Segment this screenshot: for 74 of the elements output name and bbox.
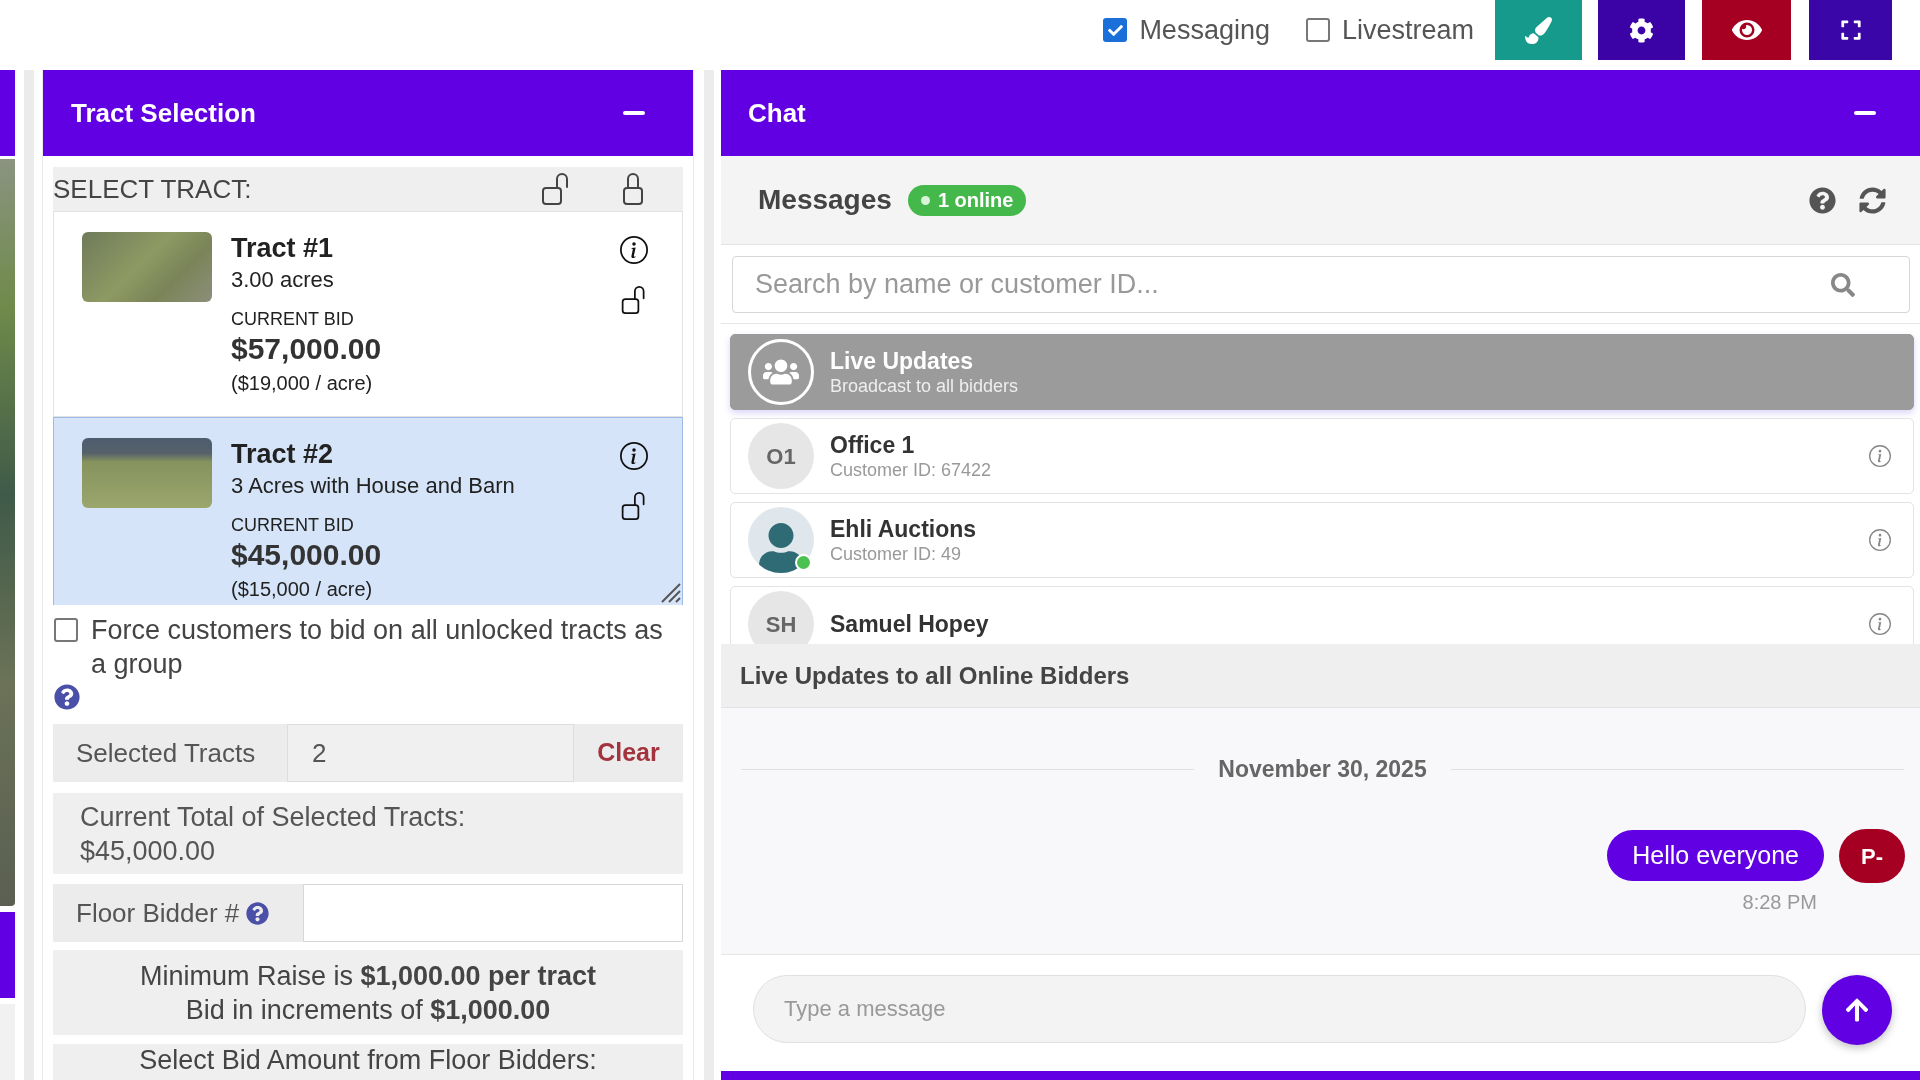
- message-bubble: Hello everyone: [1607, 830, 1824, 881]
- tract-description: 3.00 acres: [231, 267, 334, 293]
- checkbox[interactable]: [1103, 18, 1128, 42]
- sender-avatar: P-: [1839, 829, 1905, 883]
- initials-avatar: O1: [748, 423, 814, 489]
- search-icon[interactable]: [1831, 273, 1855, 297]
- bid-label: CURRENT BID: [231, 308, 354, 330]
- contact-subtitle: Broadcast to all bidders: [830, 375, 1019, 397]
- contact-row[interactable]: O1 Office 1 Customer ID: 67422: [730, 418, 1914, 494]
- conversation-title: Live Updates to all Online Bidders: [740, 660, 1130, 691]
- selected-count-field: 2: [287, 724, 574, 782]
- panel-title: Chat: [748, 96, 806, 130]
- help-icon[interactable]: [54, 684, 80, 710]
- field-label: Floor Bidder #: [76, 896, 240, 930]
- panel-title: Tract Selection: [71, 96, 256, 130]
- messages-title: Messages: [758, 183, 892, 217]
- contact-subtitle: Customer ID: 49: [830, 543, 962, 565]
- bid-label: CURRENT BID: [231, 514, 354, 536]
- message-input[interactable]: Type a message: [753, 975, 1806, 1043]
- fullscreen-button[interactable]: [1809, 0, 1892, 60]
- bid-amount: $45,000.00: [231, 538, 382, 572]
- info-icon[interactable]: [620, 442, 648, 470]
- floor-bidder-input[interactable]: [303, 884, 683, 942]
- info-text: Bid in increments of $1,000.00: [185, 993, 551, 1027]
- settings-button[interactable]: [1598, 0, 1685, 60]
- contact-row[interactable]: SH Samuel Hopey: [730, 586, 1914, 644]
- check-icon: [1107, 22, 1123, 38]
- minus-icon: [1854, 111, 1876, 115]
- contact-subtitle: Customer ID: 67422: [830, 459, 992, 481]
- initials-avatar: SH: [748, 591, 814, 644]
- group-icon: [748, 339, 814, 405]
- preview-button[interactable]: [1702, 0, 1791, 60]
- contact-name: Samuel Hopey: [830, 610, 989, 638]
- tract-title: Tract #1: [231, 233, 334, 263]
- contact-name: Live Updates: [830, 347, 974, 375]
- online-count: 1 online: [937, 188, 1014, 213]
- price-per-acre: ($19,000 / acre): [231, 371, 373, 395]
- unlocked-padlock-icon[interactable]: [620, 492, 648, 520]
- unlocked-padlock-icon[interactable]: [620, 286, 648, 314]
- help-icon[interactable]: [1809, 186, 1836, 214]
- tract-title: Tract #2: [231, 439, 334, 469]
- tract-description: 3 Acres with House and Barn: [231, 473, 515, 499]
- message-time: 8:28 PM: [1742, 890, 1817, 915]
- info-icon[interactable]: [620, 236, 648, 264]
- contact-row[interactable]: Ehli Auctions Customer ID: 49: [730, 502, 1914, 578]
- settings-icon: [1629, 17, 1654, 43]
- tract-card[interactable]: Tract #2 3 Acres with House and Barn CURRENT BID $45,000.00 ($15,000 / acre): [53, 417, 683, 605]
- contact-name: Ehli Auctions: [830, 515, 977, 543]
- checkbox[interactable]: [1305, 18, 1330, 42]
- minus-icon: [623, 111, 645, 115]
- total-label: Current Total of Selected Tracts:: [80, 800, 466, 834]
- bid-amount: $57,000.00: [231, 332, 382, 366]
- contact-name: Office 1: [830, 431, 915, 459]
- refresh-icon[interactable]: [1859, 186, 1886, 214]
- checkbox-label[interactable]: Force customers to bid on all unlocked tracts as a group: [91, 613, 683, 681]
- total-value: $45,000.00: [80, 834, 216, 868]
- arrow-up-icon: [1844, 997, 1870, 1023]
- bid-select-label: Select Bid Amount from Floor Bidders:: [139, 1045, 597, 1077]
- fullscreen-icon: [1839, 19, 1862, 41]
- brush-button[interactable]: [1495, 0, 1582, 60]
- paintbrush-icon: [1525, 16, 1552, 44]
- help-icon[interactable]: [246, 901, 270, 925]
- clear-button[interactable]: Clear: [574, 724, 683, 782]
- send-button[interactable]: [1822, 975, 1892, 1045]
- price-per-acre: ($15,000 / acre): [231, 577, 373, 601]
- search-field[interactable]: Search by name or customer ID...: [732, 256, 1910, 313]
- checkbox[interactable]: [54, 618, 78, 642]
- info-text: Minimum Raise is $1,000.00 per tract: [139, 959, 597, 993]
- date-label: November 30, 2025: [1217, 756, 1428, 782]
- field-label: Selected Tracts: [53, 724, 287, 782]
- checkbox-label[interactable]: Livestream: [1341, 9, 1474, 51]
- checkbox-label[interactable]: Messaging: [1139, 9, 1270, 51]
- select-tract-label: SELECT TRACT:: [53, 172, 252, 206]
- tract-card[interactable]: Tract #1 3.00 acres CURRENT BID $57,000.00 ($19,000 / acre): [53, 211, 683, 417]
